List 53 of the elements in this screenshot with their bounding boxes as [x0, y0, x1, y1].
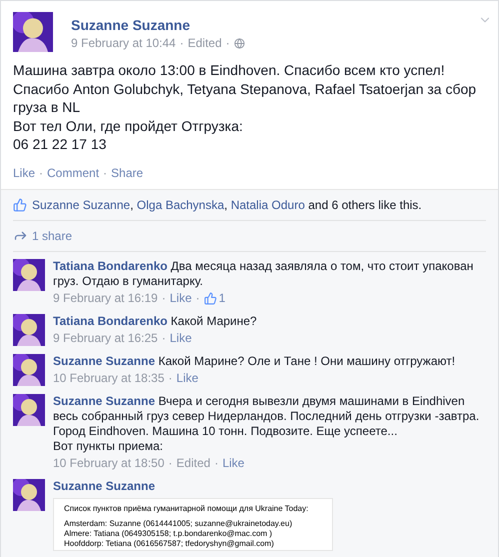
author-name[interactable]: Suzanne Suzanne [71, 17, 245, 34]
comment-author[interactable]: Tatiana Bondarenko [53, 314, 168, 328]
separator-dot: · [214, 456, 218, 470]
edited-label[interactable]: Edited [188, 34, 222, 52]
separator-dot: · [162, 330, 166, 346]
comment-text: Suzanne Suzanne Какой Марине? Оле и Тане ! Они машину отгружают! [53, 354, 456, 368]
document-preview[interactable] [53, 498, 333, 550]
document-line: Almere: Tatiana (0649305158; t.p.bondarenko@mac.com ) [64, 528, 274, 538]
action-link[interactable]: Like [13, 164, 36, 182]
action-link[interactable]: Share [111, 164, 144, 182]
liker-link[interactable]: Suzanne Suzanne [32, 198, 130, 212]
comment-text: Suzanne Suzanne Вчера и сегодня вывезли двумя машинами в Eindhiven весь собранный груз север Нидерландов. Последний день отгрузки -завтра. Город Eindhoven. Машина 10 тонн. Подвозите. Еще успеете... [53, 394, 480, 438]
globe-icon[interactable] [234, 38, 245, 48]
comment-timestamp[interactable]: 10 February at 18:50 [53, 456, 164, 470]
liker-link[interactable]: Olga Bachynska [136, 198, 224, 212]
comment-text: Вот пункты приема: [53, 438, 164, 454]
likes-summary: Suzanne Suzanne, Olga Bachynska, Natalia Oduro and 6 others like this. [32, 196, 422, 214]
thumbs-up-icon [13, 198, 27, 212]
comment-timestamp[interactable]: 9 February at 16:25 [53, 330, 158, 346]
post-timestamp[interactable]: 9 February at 10:44 [71, 34, 176, 52]
like-link[interactable]: Like [170, 290, 192, 306]
document-line: Amsterdam: Suzanne (0614441005; suzanne@ukrainetoday.eu) [64, 518, 294, 528]
separator-dot: · [162, 290, 166, 306]
document-title: Список пунктов приёма гуманитарной помощи для Ukraine Today: [64, 504, 310, 514]
comment-author[interactable]: Suzanne Suzanne [53, 478, 156, 494]
comment-author[interactable]: Suzanne Suzanne [53, 394, 156, 408]
like-count[interactable]: 1 [218, 290, 226, 306]
post-text: 06 21 22 17 13 [13, 135, 108, 154]
like-link[interactable]: Like [176, 370, 198, 386]
comment-text: Tatiana Bondarenko Какой Марине? [53, 314, 257, 328]
thumbs-up-icon [204, 292, 217, 304]
separator-dot: · [168, 370, 172, 386]
post-text: Вот тел Оли, где пройдет Отгрузка: [13, 116, 244, 135]
comment-author[interactable]: Suzanne Suzanne [53, 354, 156, 368]
separator-dot: · [180, 35, 184, 52]
document-line: Hoofddorp: Tetiana (0616567587; tfedoryshyn@gmail.com) [64, 538, 275, 548]
comment-timestamp[interactable]: 9 February at 16:19 [53, 290, 158, 306]
liker-link[interactable]: Natalia Oduro [230, 198, 305, 212]
separator-dot: · [39, 164, 44, 182]
action-link[interactable]: Comment [47, 164, 100, 182]
post-text: Машина завтра около 13:00 в Eindhoven. Спасибо всем кто успел! [13, 61, 446, 80]
comment-author[interactable]: Tatiana Bondarenko [53, 258, 168, 272]
comment-timestamp[interactable]: 10 February at 18:35 [53, 370, 164, 386]
share-count[interactable]: 1 share [32, 226, 72, 244]
comment-text: Tatiana Bondarenko Два месяца назад заявляла о том, что стоит упакован груз. Отдаю в гуманитарку. [53, 258, 474, 288]
separator-dot: · [226, 35, 230, 52]
post-text: Спасибо Anton Golubchyk, Tetyana Stepanova, Rafael Tsatoerjan за сбор груза в NL [13, 80, 478, 116]
separator-dot: · [196, 290, 200, 306]
separator-dot: · [168, 456, 172, 470]
like-link[interactable]: Like [222, 456, 244, 470]
separator-dot: · [103, 164, 108, 182]
like-link[interactable]: Like [170, 330, 192, 346]
edited-label[interactable]: Edited [176, 456, 210, 470]
